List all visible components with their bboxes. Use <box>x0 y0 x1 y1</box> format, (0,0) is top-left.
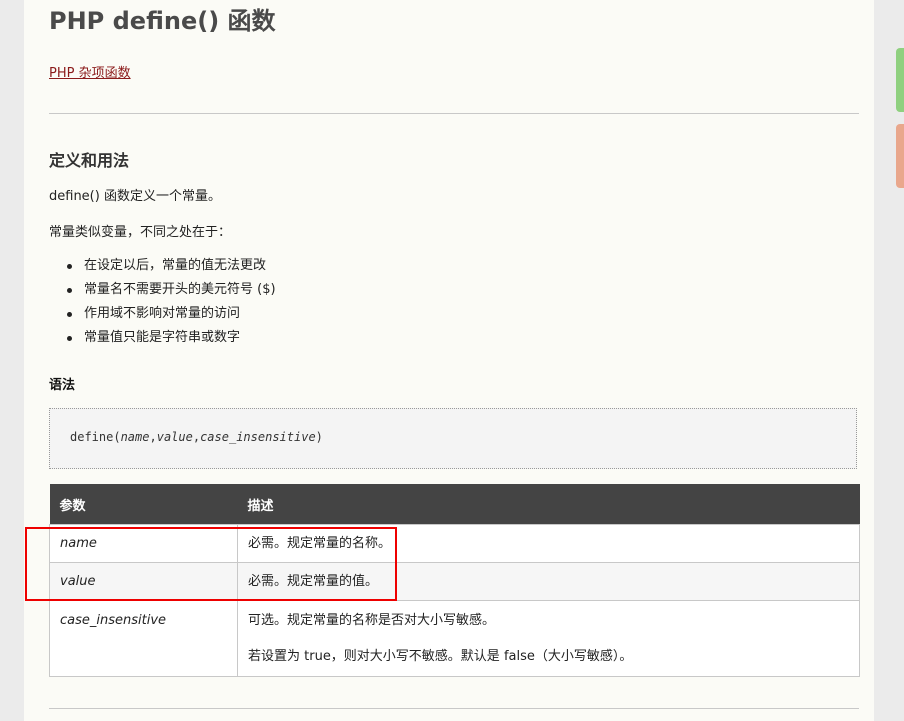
table-row: name 必需。规定常量的名称。 <box>49 524 860 563</box>
table-row: value 必需。规定常量的值。 <box>49 562 860 601</box>
section-heading-definition: 定义和用法 <box>49 151 130 170</box>
list-item: 作用域不影响对常量的访问 <box>49 303 276 327</box>
bullet-icon <box>67 312 72 317</box>
list-item: 在设定以后，常量的值无法更改 <box>49 255 276 279</box>
intro-text: define() 函数定义一个常量。 <box>49 189 221 204</box>
param-description: 必需。规定常量的名称。 <box>237 524 860 563</box>
param-description: 可选。规定常量的名称是否对大小写敏感。 若设置为 true，则对大小写不敏感。默… <box>237 600 860 677</box>
syntax-code: define(name,value,case_insensitive) <box>70 430 323 444</box>
section-heading-syntax: 语法 <box>49 378 76 393</box>
category-link[interactable]: PHP 杂项函数 <box>49 62 131 81</box>
side-tab-orange[interactable] <box>896 124 904 188</box>
param-name: case_insensitive <box>49 600 238 677</box>
parameters-table: 参数 描述 name 必需。规定常量的名称。 value 必需。规定常量的值。 … <box>49 484 860 677</box>
syntax-code-block: define(name,value,case_insensitive) <box>49 408 857 469</box>
column-header-desc: 描述 <box>237 484 860 525</box>
bullet-icon <box>67 336 72 341</box>
divider <box>49 708 859 709</box>
bullet-icon <box>67 264 72 269</box>
table-row: case_insensitive 可选。规定常量的名称是否对大小写敏感。 若设置… <box>49 600 860 677</box>
side-tab-green[interactable] <box>896 48 904 112</box>
param-description: 必需。规定常量的值。 <box>237 562 860 601</box>
list-item: 常量值只能是字符串或数字 <box>49 327 276 351</box>
difference-list: 在设定以后，常量的值无法更改 常量名不需要开头的美元符号 ($) 作用域不影响对… <box>49 255 276 351</box>
table-header-row: 参数 描述 <box>49 484 860 525</box>
page-title: PHP define() 函数 <box>49 7 276 35</box>
column-header-param: 参数 <box>49 484 238 525</box>
list-item: 常量名不需要开头的美元符号 ($) <box>49 279 276 303</box>
bullet-icon <box>67 288 72 293</box>
param-name: value <box>49 562 238 601</box>
difference-intro-text: 常量类似变量，不同之处在于： <box>49 225 232 240</box>
param-name: name <box>49 524 238 563</box>
divider <box>49 113 859 114</box>
